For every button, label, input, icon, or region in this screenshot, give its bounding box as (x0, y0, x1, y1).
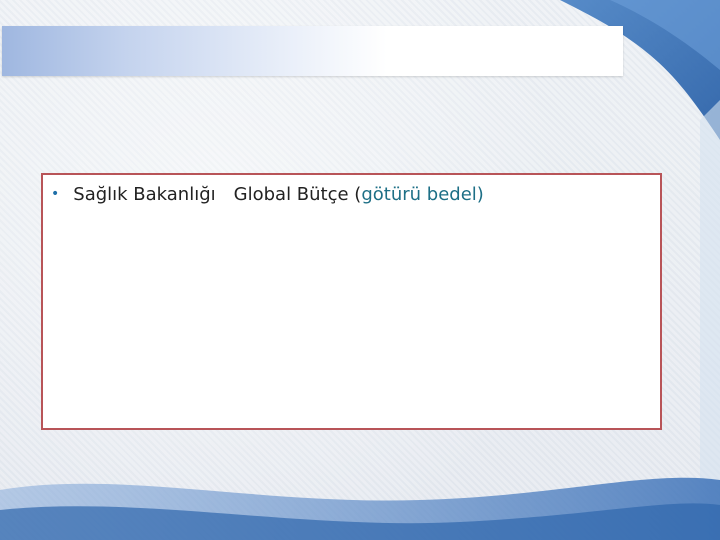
slide-background: • Sağlık Bakanlığı Global Bütçe ( götürü… (0, 0, 720, 540)
bullet-text-ministry: Sağlık Bakanlığı (73, 184, 216, 205)
title-bar (2, 26, 623, 76)
content-box: • Sağlık Bakanlığı Global Bütçe ( götürü… (41, 173, 662, 430)
bullet-marker: • (51, 186, 60, 202)
bullet-item: • Sağlık Bakanlığı Global Bütçe ( götürü… (51, 184, 484, 205)
bullet-text-lump-sum: götürü bedel) (361, 184, 484, 205)
bullet-text-budget: Global Bütçe ( (233, 184, 362, 205)
